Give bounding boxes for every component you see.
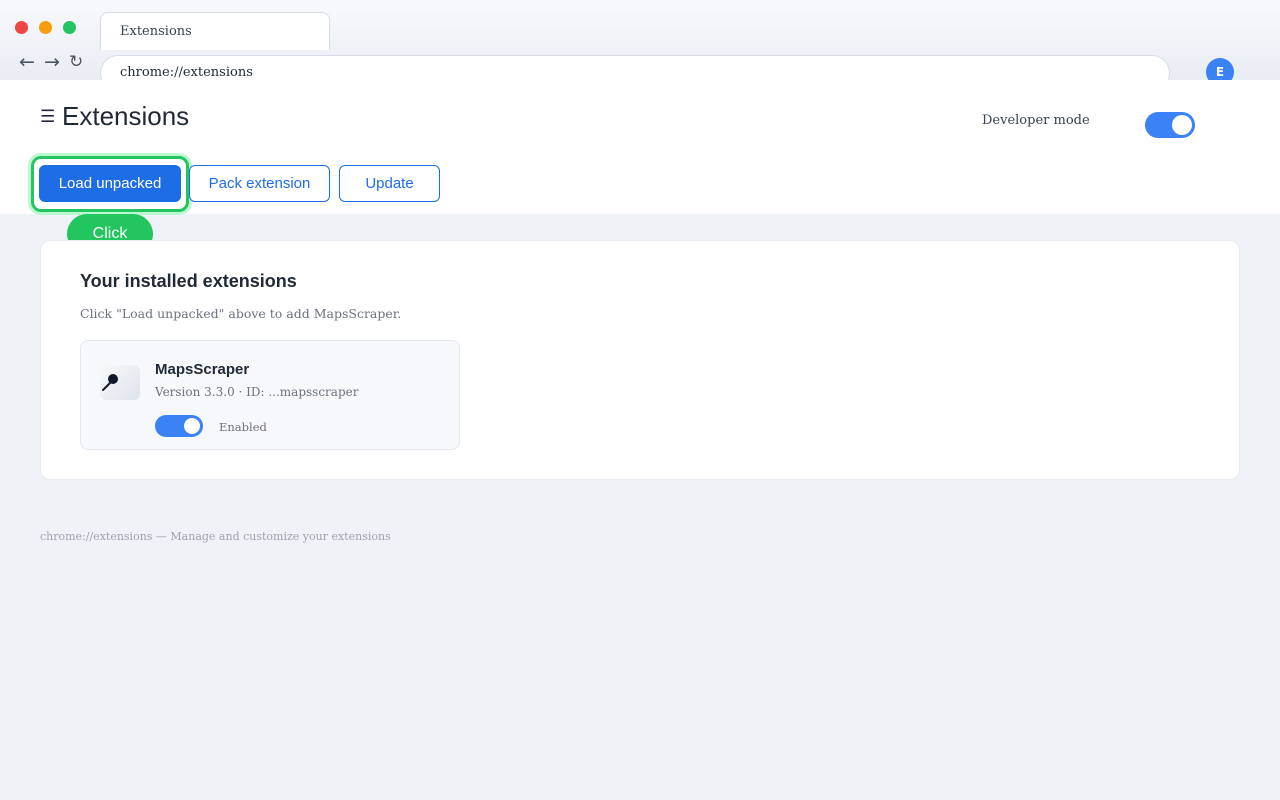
maximize-window-icon[interactable]	[63, 21, 76, 34]
minimize-window-icon[interactable]	[39, 21, 52, 34]
installed-extensions-subtitle: Click "Load unpacked" above to add MapsS…	[80, 306, 402, 321]
load-unpacked-button[interactable]: Load unpacked	[39, 165, 181, 202]
back-arrow-icon[interactable]: ←	[19, 51, 35, 73]
forward-arrow-icon[interactable]: →	[44, 51, 60, 73]
extension-name: MapsScraper	[155, 361, 250, 378]
hamburger-menu-icon[interactable]: ☰	[40, 107, 55, 127]
pin-icon	[100, 365, 140, 400]
update-button[interactable]: Update	[339, 165, 440, 202]
toggle-knob	[184, 418, 200, 434]
page-footer: chrome://extensions — Manage and customi…	[40, 530, 391, 543]
tab-extensions[interactable]: Extensions	[100, 12, 330, 50]
close-window-icon[interactable]	[15, 21, 28, 34]
extension-meta: Version 3.3.0 · ID: ...mapsscraper	[155, 385, 359, 399]
extension-status: Enabled	[219, 420, 267, 434]
extension-enable-toggle[interactable]	[155, 415, 203, 437]
address-text: chrome://extensions	[120, 65, 253, 80]
installed-extensions-title: Your installed extensions	[80, 271, 297, 291]
developer-mode-label: Developer mode	[982, 113, 1090, 128]
reload-icon[interactable]: ↻	[69, 51, 83, 73]
page-title: Extensions	[62, 101, 190, 131]
pack-extension-button[interactable]: Pack extension	[189, 165, 330, 202]
tab-title: Extensions	[120, 24, 192, 39]
developer-mode-toggle[interactable]	[1145, 112, 1195, 138]
toggle-knob	[1172, 115, 1192, 135]
